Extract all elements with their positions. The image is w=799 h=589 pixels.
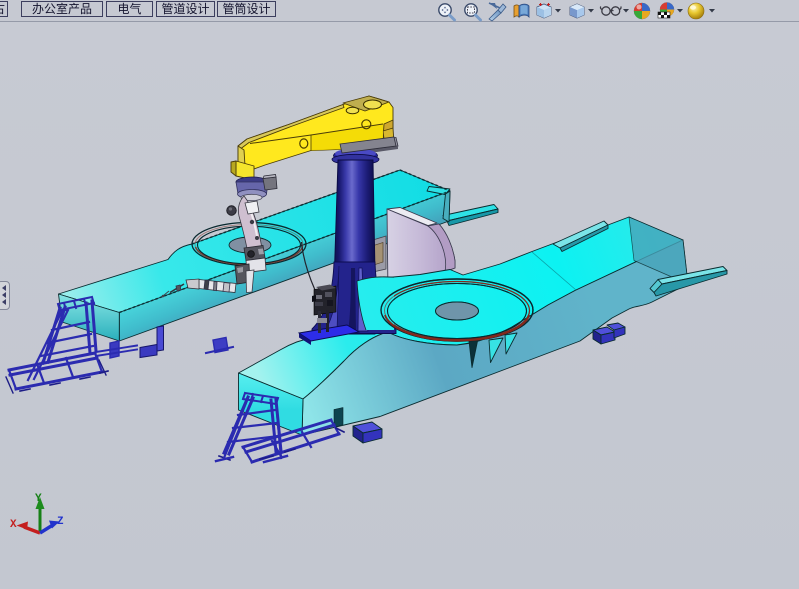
svg-text:Z: Z — [57, 516, 64, 528]
svg-text:Y: Y — [35, 493, 42, 505]
svg-text:X: X — [10, 519, 17, 531]
